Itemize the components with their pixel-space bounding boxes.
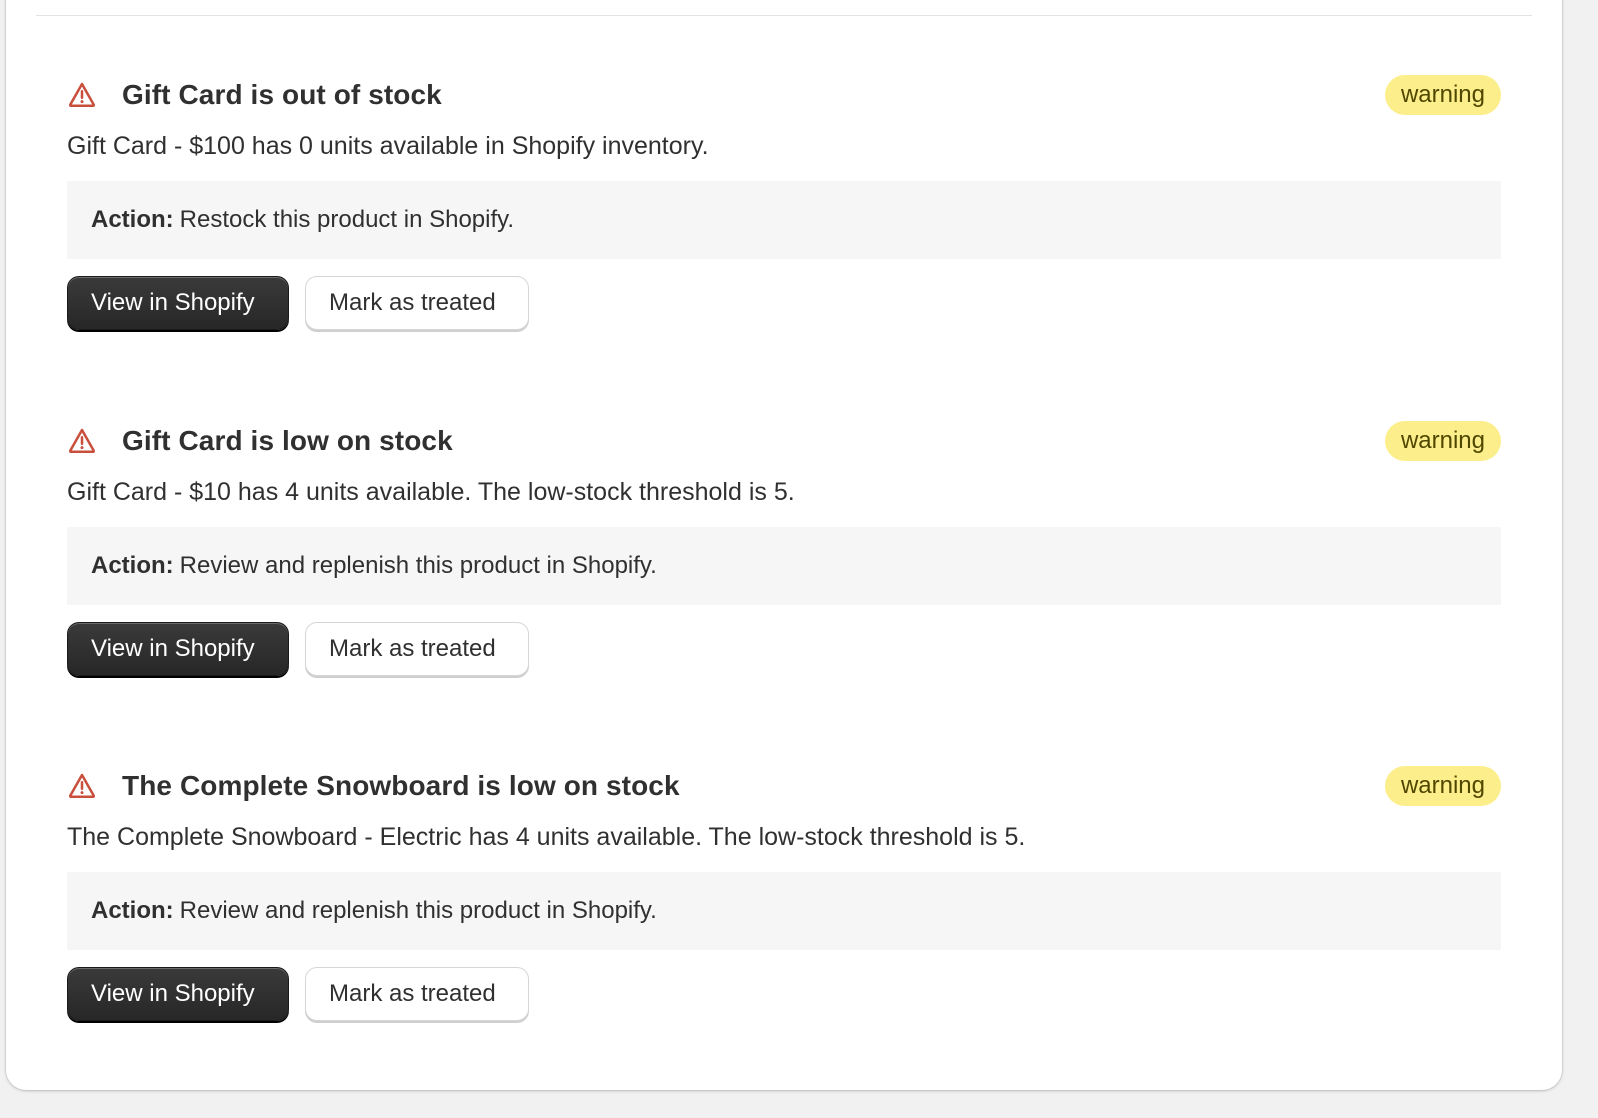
alert-header: Gift Card is low on stock warning: [67, 420, 1501, 461]
mark-as-treated-button[interactable]: Mark as treated: [305, 621, 529, 676]
action-box: Action: Restock this product in Shopify.: [67, 181, 1501, 259]
alert-item: Gift Card is out of stock warning Gift C…: [67, 75, 1501, 421]
view-in-shopify-button[interactable]: View in Shopify: [67, 276, 289, 330]
alert-title: Gift Card is out of stock: [122, 79, 442, 110]
alert-description: The Complete Snowboard - Electric has 4 …: [67, 823, 1026, 851]
status-badge: warning: [1384, 75, 1501, 115]
mark-as-treated-button[interactable]: Mark as treated: [305, 276, 529, 330]
divider: [36, 15, 1532, 16]
action-label: Action:: [91, 551, 174, 579]
status-badge: warning: [1384, 766, 1501, 806]
view-in-shopify-button[interactable]: View in Shopify: [67, 621, 289, 676]
alert-list: Gift Card is out of stock warning Gift C…: [67, 75, 1501, 1112]
button-group: View in Shopify Mark as treated: [67, 621, 1501, 676]
action-text: Review and replenish this product in Sho…: [179, 897, 657, 924]
action-label: Action:: [91, 206, 174, 233]
action-box: Action: Review and replenish this produc…: [67, 526, 1501, 605]
warning-triangle-icon: [67, 80, 97, 110]
button-group: View in Shopify Mark as treated: [67, 276, 1501, 330]
view-in-shopify-button[interactable]: View in Shopify: [67, 967, 289, 1021]
alert-item: The Complete Snowboard is low on stock w…: [67, 766, 1501, 1112]
mark-as-treated-button[interactable]: Mark as treated: [305, 967, 529, 1021]
alert-header: Gift Card is out of stock warning: [67, 75, 1501, 115]
button-group: View in Shopify Mark as treated: [67, 967, 1501, 1021]
alert-item: Gift Card is low on stock warning Gift C…: [67, 420, 1501, 767]
alert-header: The Complete Snowboard is low on stock w…: [67, 766, 1501, 806]
warning-triangle-icon: [67, 426, 97, 456]
action-text: Review and replenish this product in Sho…: [179, 551, 657, 579]
alert-title: The Complete Snowboard is low on stock: [122, 770, 680, 801]
action-text: Restock this product in Shopify.: [179, 206, 515, 233]
status-badge: warning: [1384, 420, 1501, 461]
warning-triangle-icon: [67, 771, 97, 801]
action-label: Action:: [91, 897, 174, 924]
alerts-card: Gift Card is out of stock warning Gift C…: [6, 0, 1562, 1090]
alert-title: Gift Card is low on stock: [122, 424, 453, 456]
alert-description: Gift Card - $10 has 4 units available. T…: [67, 477, 795, 506]
alert-description: Gift Card - $100 has 0 units available i…: [67, 132, 709, 160]
action-box: Action: Review and replenish this produc…: [67, 872, 1501, 950]
